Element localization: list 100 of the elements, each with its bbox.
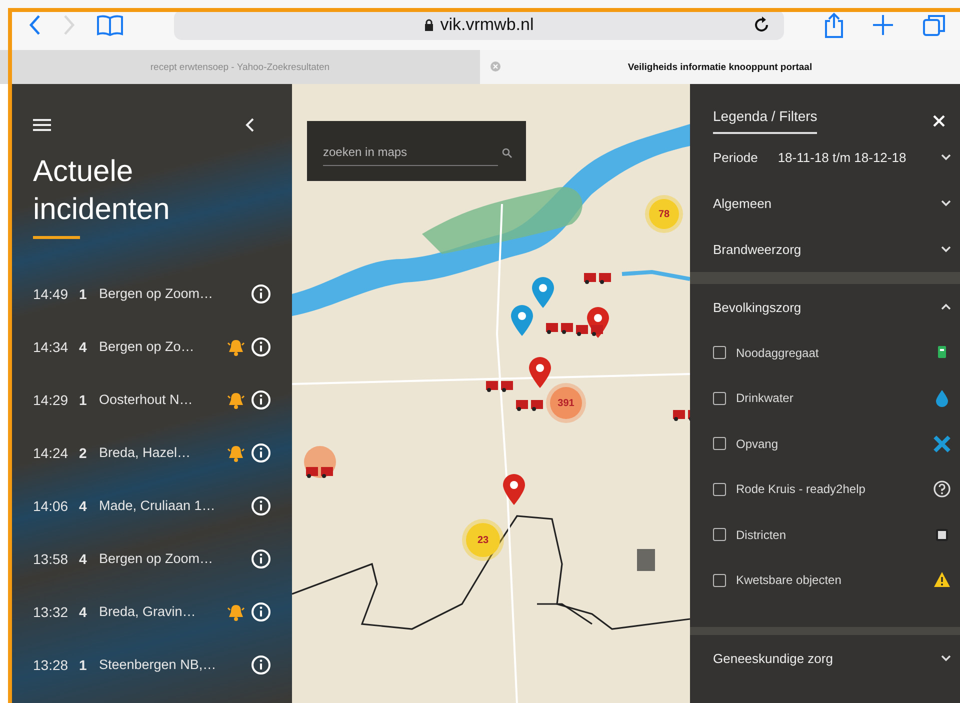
info-button[interactable] [251,602,271,622]
fire-truck-icon [546,322,574,334]
filter-label: Opvang [736,436,780,451]
incident-priority: 4 [79,550,88,566]
info-icon [251,654,271,674]
incident-priority: 4 [79,604,88,620]
help-icon [933,480,951,498]
incident-location[interactable]: Oosterhout N… [99,392,223,407]
water-drop-icon [933,389,951,408]
incident-time: 13:32 [33,604,70,620]
filter-section-header[interactable]: Bevolkingszorg [690,284,960,330]
incident-time: 14:06 [33,498,70,514]
incident-time: 14:24 [33,444,70,460]
info-button[interactable] [251,654,271,674]
filter-section-header[interactable]: Brandweerzorg [690,226,960,272]
info-button[interactable] [251,336,271,356]
period-value: 18-11-18 t/m 18-12-18 [778,150,908,164]
incident-priority: 2 [79,444,88,460]
map-pin-icon [510,305,534,337]
cluster-marker[interactable]: 23 [466,523,500,557]
info-icon [251,442,271,462]
close-button[interactable] [932,114,946,128]
menu-icon [33,118,51,132]
info-icon [251,602,271,622]
info-icon [251,284,271,304]
filter-section-header[interactable]: Periode 18-11-18 t/m 18-12-18 [690,134,960,180]
reload-icon [754,16,770,34]
incident-time: 14:34 [33,338,70,354]
filter-label: Kwetsbare objecten [736,573,842,588]
search-field[interactable]: zoeken in maps [323,139,498,166]
incident-location[interactable]: Made, Cruliaan 1… [99,498,223,513]
incident-priority: 1 [79,286,88,302]
incident-priority: 4 [79,498,88,514]
menu-button[interactable] [33,118,51,132]
fire-truck-icon [576,324,604,336]
incident-location[interactable]: Steenbergen NB,… [99,657,223,672]
filter-label: Districten [736,528,788,542]
section-label: Algemeen [713,196,772,210]
filter-label: Rode Kruis - ready2help [736,482,866,496]
filter-label: Drinkwater [736,391,794,406]
section-label: Bevolkingszorg [713,300,802,314]
address-bar[interactable]: vik.vrmwb.nl [174,10,784,40]
close-tab-icon [490,61,501,72]
map-pin-icon [531,277,555,309]
search-box[interactable]: zoeken in maps [307,121,526,181]
search-icon [502,148,512,158]
fire-truck-icon [516,399,544,411]
cross-icon [933,434,951,453]
fire-truck-icon [486,380,514,392]
tabs-icon [922,13,946,37]
fire-truck-icon [306,466,334,478]
close-icon [932,114,946,128]
incident-location[interactable]: Breda, Hazel… [99,445,223,460]
cluster-marker[interactable]: 78 [649,199,679,229]
info-icon [251,336,271,356]
section-label: Geneeskundige zorg [713,650,833,666]
info-button[interactable] [251,548,271,568]
legend-filters-tab[interactable]: Legenda / Filters [713,108,818,134]
incident-priority: 1 [79,656,88,672]
info-icon [251,496,271,516]
incident-time: 14:49 [33,286,70,302]
collapse-icon [245,118,255,132]
checkbox[interactable] [713,346,726,360]
back-icon [28,14,42,36]
incident-location[interactable]: Bergen op Zoom… [99,286,223,301]
incident-priority: 1 [79,392,88,408]
incident-location[interactable]: Breda, Gravin… [99,604,223,619]
checkbox[interactable] [713,482,726,496]
info-button[interactable] [251,442,271,462]
map-pin-icon [502,474,526,506]
bookmarks-icon [96,14,124,36]
filter-section-header[interactable]: Algemeen [690,180,960,226]
lock-icon [424,18,434,32]
address-text: vik.vrmwb.nl [440,15,534,35]
info-icon [251,390,271,410]
incident-location[interactable]: Bergen op Zo… [99,339,223,354]
checkbox[interactable] [713,392,726,405]
checkbox[interactable] [713,574,726,587]
warning-icon [933,571,951,590]
incident-time: 14:29 [33,392,70,408]
incident-location[interactable]: Bergen op Zoom… [99,551,223,566]
info-button[interactable] [251,284,271,304]
info-button[interactable] [251,390,271,410]
checkbox[interactable] [713,528,726,542]
incident-priority: 4 [79,338,88,354]
panel-title: Actuele incidenten [33,154,171,228]
info-icon [251,548,271,568]
new-tab-icon [872,14,894,36]
incident-time: 13:58 [33,550,70,566]
section-label: Periode [713,150,758,164]
map-pin-icon [528,357,552,389]
section-label: Brandweerzorg [713,242,802,256]
info-button[interactable] [251,496,271,516]
filter-label: Noodaggregaat [736,346,820,360]
title-underline [33,236,80,239]
share-icon [824,12,844,38]
browser-tab[interactable]: Veiligheids informatie knooppunt portaal [480,50,960,84]
incident-time: 13:28 [33,656,70,672]
fire-truck-icon [584,272,612,284]
checkbox[interactable] [713,437,726,450]
